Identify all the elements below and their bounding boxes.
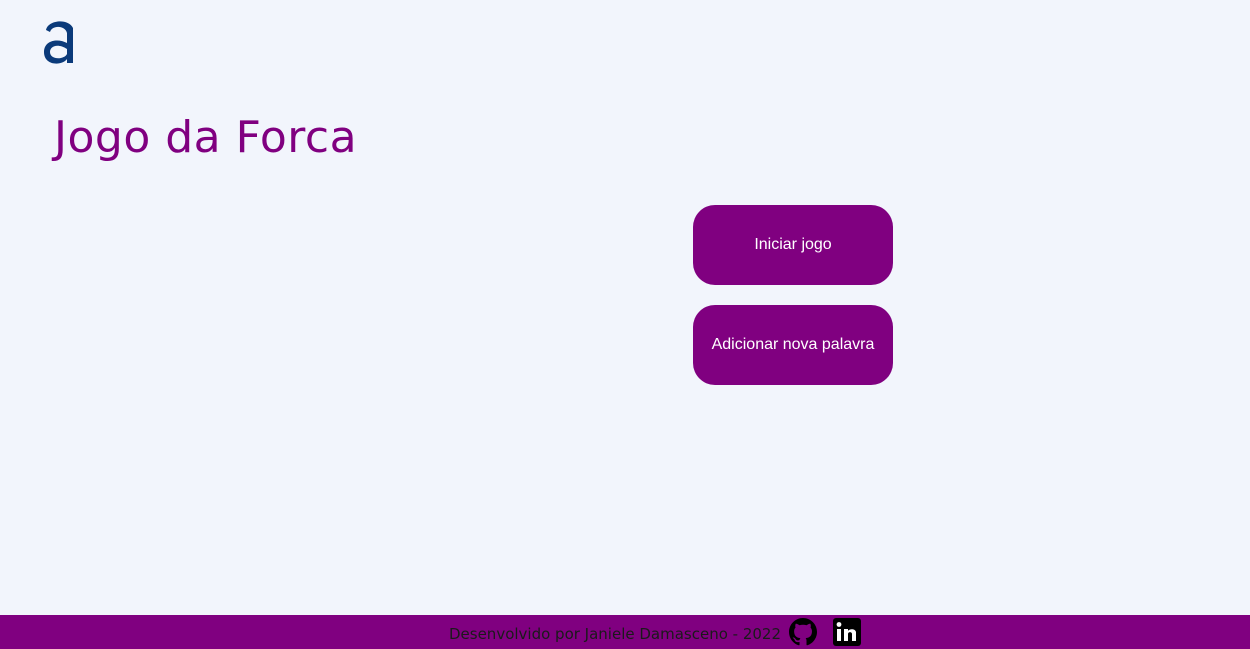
page: Jogo da Forca Iniciar jogo Adicionar nov… bbox=[0, 0, 1250, 649]
footer: Desenvolvido por Janiele Damasceno - 202… bbox=[0, 615, 1250, 649]
start-game-button[interactable]: Iniciar jogo bbox=[693, 205, 893, 285]
add-word-button[interactable]: Adicionar nova palavra bbox=[693, 305, 893, 385]
alura-logo-icon[interactable] bbox=[40, 16, 80, 68]
footer-credit: Desenvolvido por Janiele Damasceno - 202… bbox=[448, 625, 782, 643]
page-title: Jogo da Forca bbox=[54, 112, 358, 163]
linkedin-icon[interactable] bbox=[833, 618, 862, 646]
github-icon[interactable] bbox=[789, 618, 818, 646]
